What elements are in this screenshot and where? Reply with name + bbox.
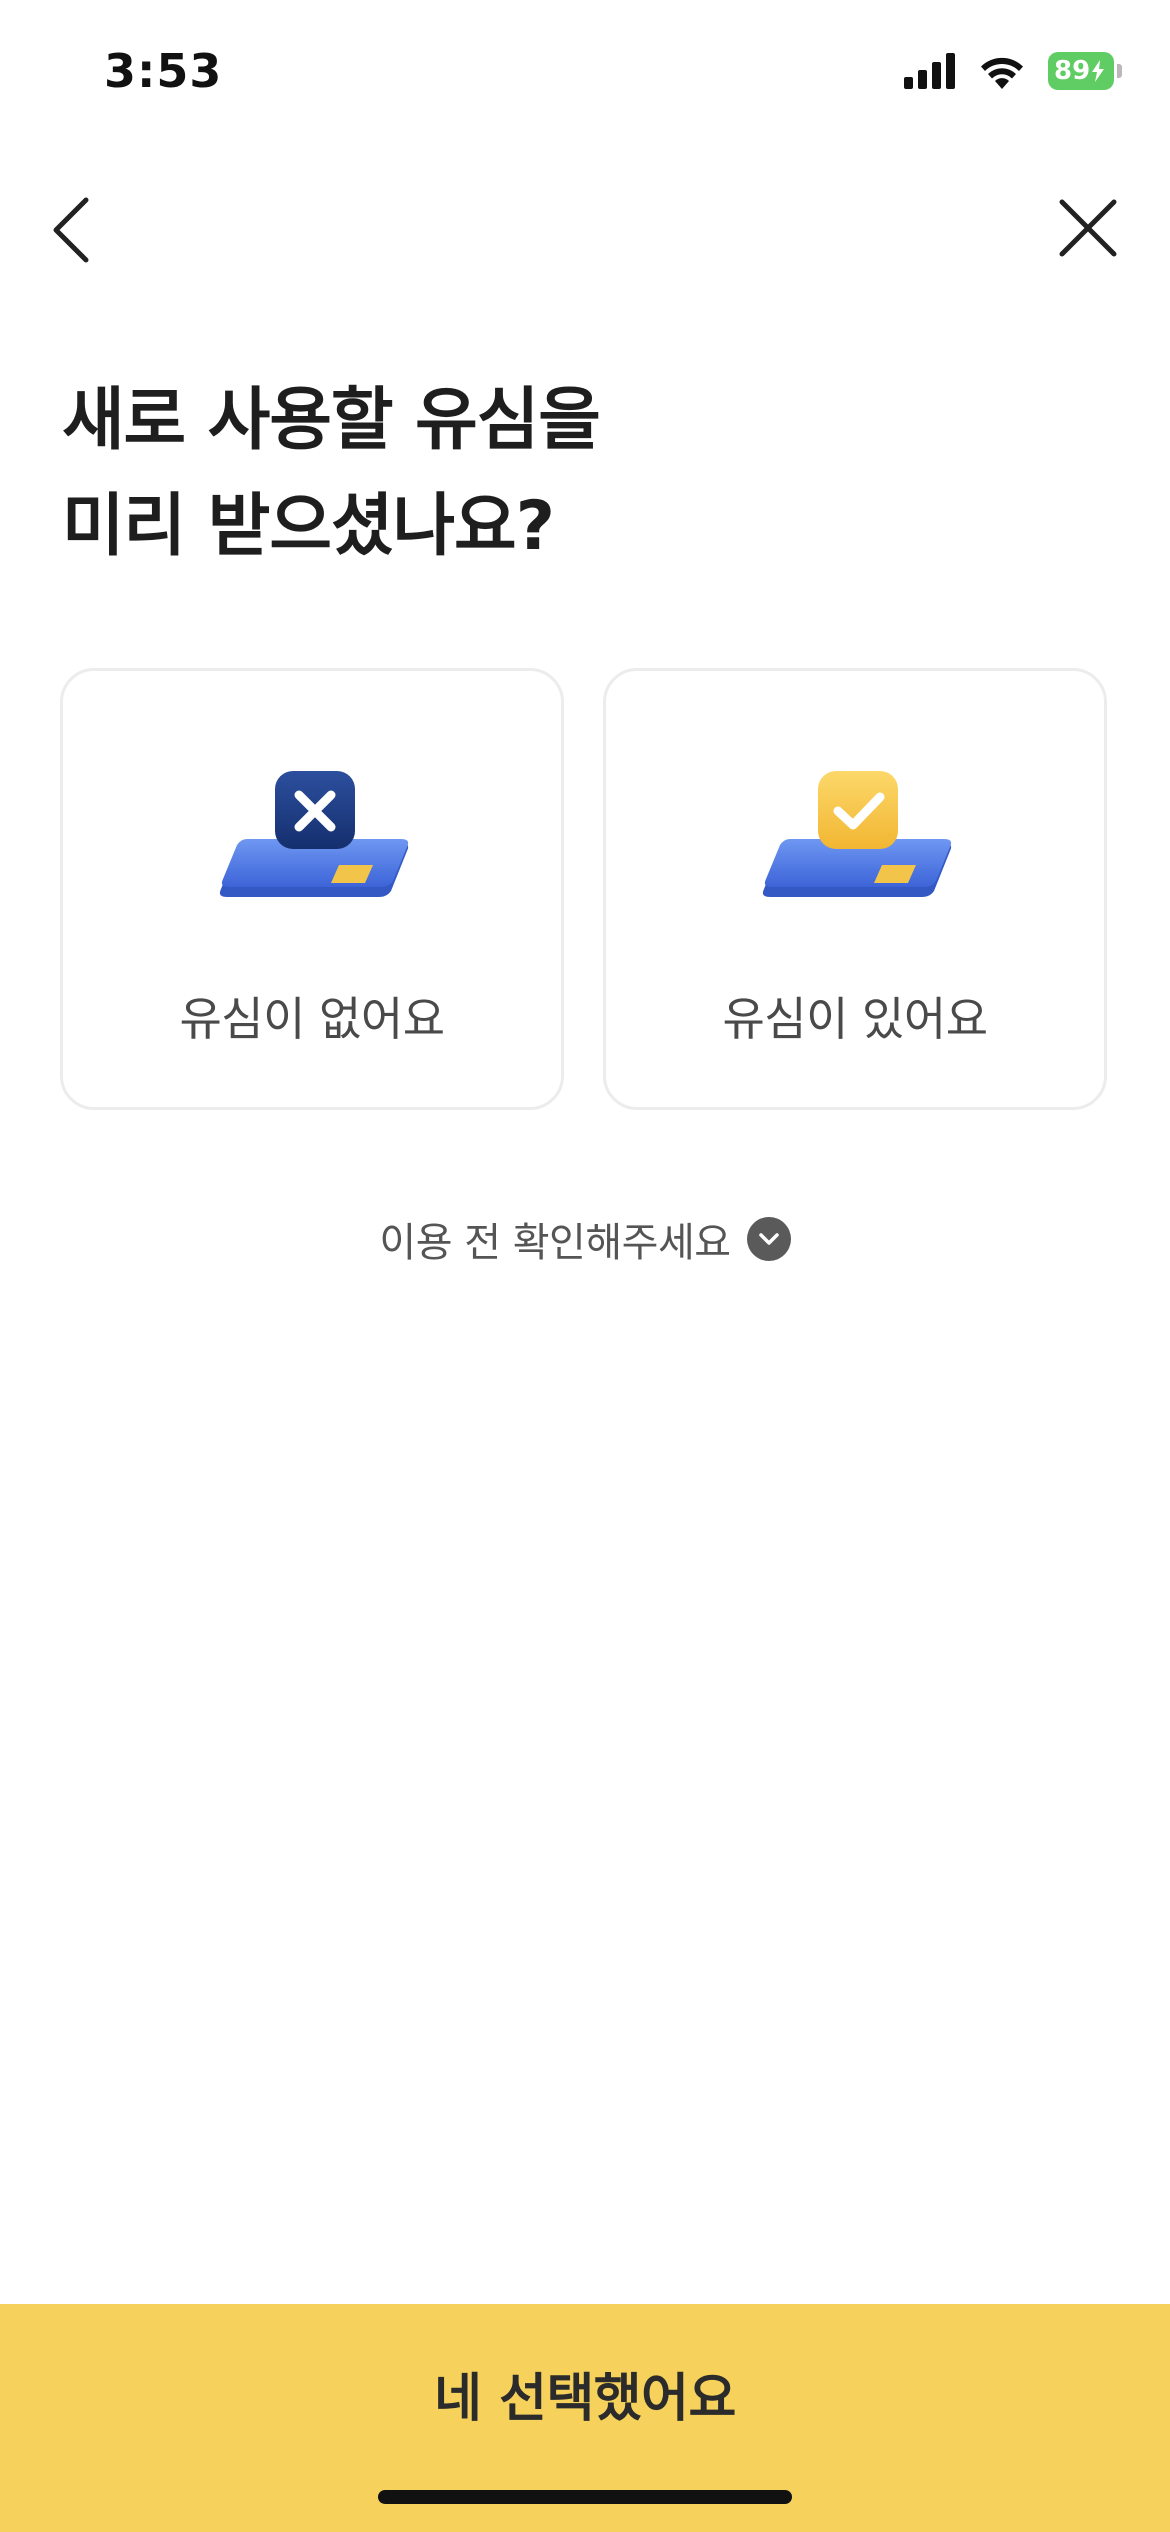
page-title: 새로 사용할 유심을 미리 받으셨나요? <box>62 368 601 580</box>
notice-label: 이용 전 확인해주세요 <box>379 1220 731 1266</box>
close-icon <box>1059 199 1117 257</box>
home-indicator <box>378 2490 792 2504</box>
option-label: 유심이 없어요 <box>179 992 445 1046</box>
option-no-sim-card[interactable]: 유심이 없어요 <box>60 668 564 1110</box>
wifi-icon <box>981 57 1023 89</box>
confirm-button-label: 네 선택했어요 <box>434 2369 736 2429</box>
back-button[interactable] <box>48 190 100 270</box>
notice-toggle[interactable]: 이용 전 확인해주세요 <box>0 1210 1170 1268</box>
chevron-down-circle-icon <box>746 1217 791 1261</box>
sim-check-icon <box>762 771 952 897</box>
status-time: 3:53 <box>104 44 223 98</box>
battery-icon: 89 <box>1048 52 1122 90</box>
screen: 3:53 89 새로 사용할 유심을 미리 받으셨나요? 유심이 없어요 유심이… <box>0 0 1170 2532</box>
close-button[interactable] <box>1056 196 1120 260</box>
battery-level: 89 <box>1054 56 1091 86</box>
sim-x-icon <box>219 771 409 897</box>
chevron-left-icon <box>53 197 89 263</box>
page-title-line2: 미리 받으셨나요? <box>62 487 555 566</box>
charging-bolt-icon <box>1092 60 1105 82</box>
signal-icon <box>904 53 955 89</box>
option-label: 유심이 있어요 <box>722 992 988 1046</box>
option-has-sim-card[interactable]: 유심이 있어요 <box>603 668 1107 1110</box>
status-icons: 89 <box>904 52 1122 90</box>
chevron-down-icon <box>758 1233 779 1245</box>
battery-tip <box>1117 64 1122 78</box>
page-title-line1: 새로 사용할 유심을 <box>62 381 601 460</box>
confirm-button[interactable]: 네 선택했어요 <box>0 2304 1170 2532</box>
